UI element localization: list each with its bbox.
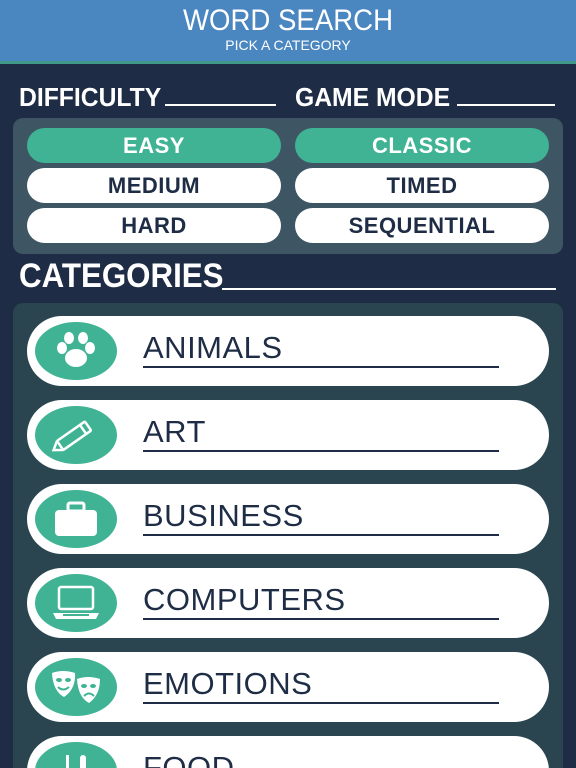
difficulty-easy-button[interactable]: EASY	[27, 128, 281, 163]
game-mode-heading: GAME MODE	[295, 82, 451, 112]
category-label: COMPUTERS	[143, 582, 346, 617]
header-bar: WORD SEARCH PICK A CATEGORY	[0, 0, 576, 64]
categories-heading: CATEGORIES	[19, 257, 224, 295]
theater-masks-icon	[35, 658, 117, 716]
category-label: ANIMALS	[143, 330, 283, 365]
mode-timed-button[interactable]: TIMED	[295, 168, 549, 203]
categories-rule	[222, 288, 556, 290]
category-label: BUSINESS	[143, 498, 304, 533]
category-underline	[143, 366, 499, 368]
laptop-icon	[35, 574, 117, 632]
category-label: EMOTIONS	[143, 666, 313, 701]
mode-classic-button[interactable]: CLASSIC	[295, 128, 549, 163]
mode-sequential-button[interactable]: SEQUENTIAL	[295, 208, 549, 243]
category-list: ANIMALS ART BUSINESS COMPUTERS EMOTIONS …	[13, 303, 563, 768]
briefcase-icon	[35, 490, 117, 548]
app-subtitle: PICK A CATEGORY	[225, 37, 351, 53]
difficulty-heading: DIFFICULTY	[19, 82, 162, 112]
category-business[interactable]: BUSINESS	[27, 484, 549, 554]
category-underline	[143, 618, 499, 620]
category-animals[interactable]: ANIMALS	[27, 316, 549, 386]
category-underline	[143, 450, 499, 452]
pencil-icon	[35, 406, 117, 464]
options-panel: EASY MEDIUM HARD CLASSIC TIMED SEQUENTIA…	[13, 118, 563, 254]
category-computers[interactable]: COMPUTERS	[27, 568, 549, 638]
difficulty-hard-button[interactable]: HARD	[27, 208, 281, 243]
category-food[interactable]: FOOD	[27, 736, 549, 768]
category-emotions[interactable]: EMOTIONS	[27, 652, 549, 722]
category-underline	[143, 534, 499, 536]
game-mode-rule	[457, 104, 555, 106]
utensils-icon	[35, 742, 117, 768]
app-title: WORD SEARCH	[182, 4, 394, 37]
category-underline	[143, 702, 499, 704]
category-label: FOOD	[143, 750, 235, 768]
difficulty-medium-button[interactable]: MEDIUM	[27, 168, 281, 203]
category-label: ART	[143, 414, 206, 449]
paw-icon	[35, 322, 117, 380]
category-art[interactable]: ART	[27, 400, 549, 470]
difficulty-rule	[165, 104, 276, 106]
